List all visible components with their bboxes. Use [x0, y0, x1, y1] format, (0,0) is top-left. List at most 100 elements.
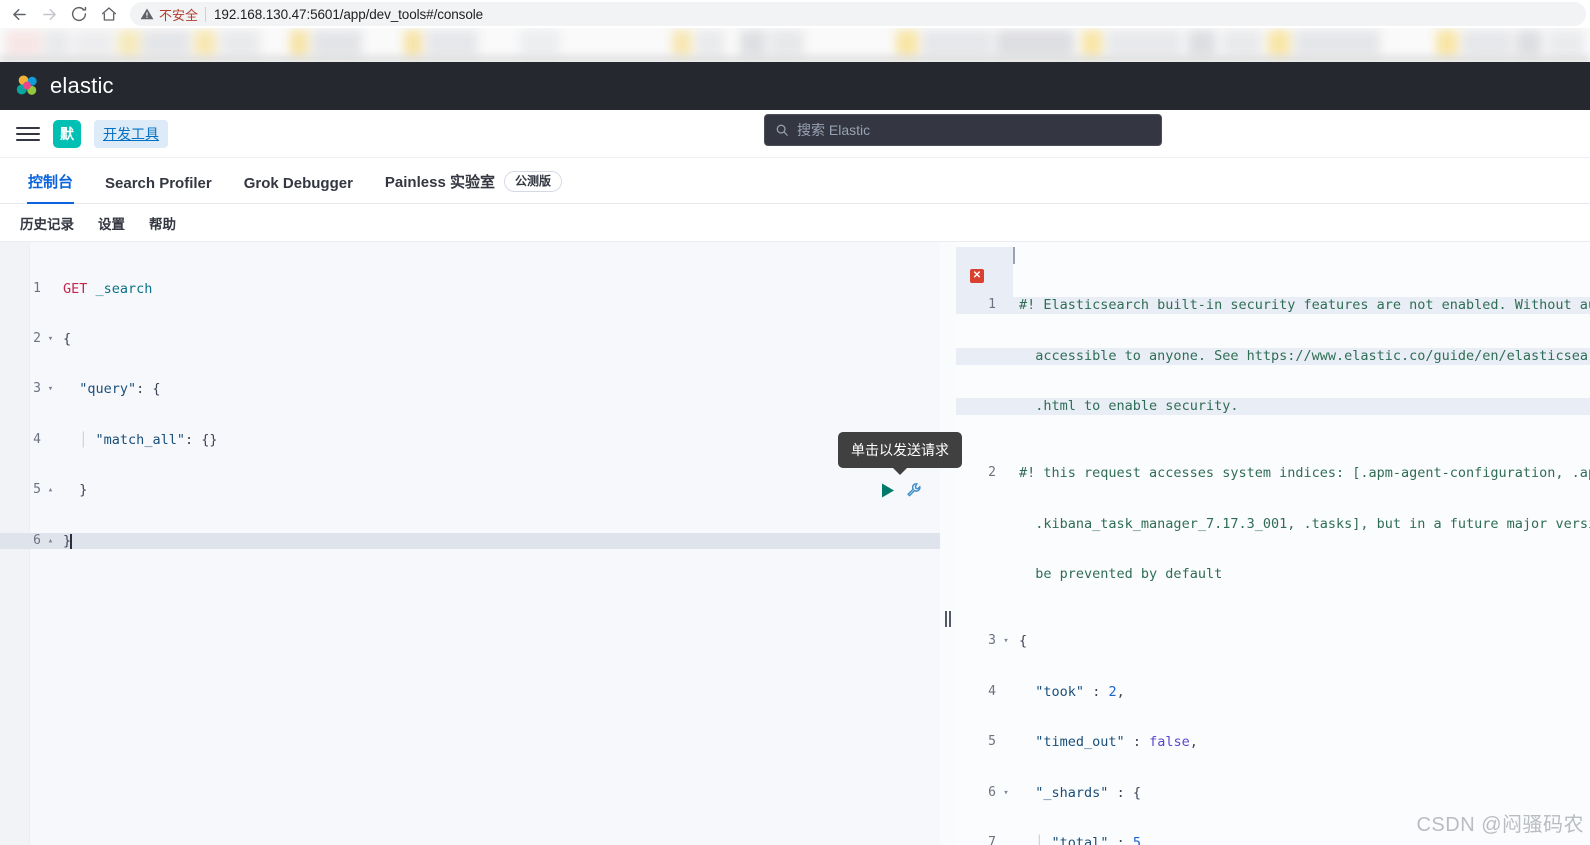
fold-toggle[interactable]: ▾: [999, 785, 1013, 802]
line-number: 3: [33, 381, 41, 397]
elastic-home-link[interactable]: elastic: [0, 73, 114, 99]
code-line[interactable]: 2 ▾ {: [0, 331, 940, 348]
code-line[interactable]: 1 GET _search: [0, 281, 940, 298]
line-number: 2: [988, 465, 996, 481]
request-editor-panel[interactable]: 1 GET _search 2 ▾ { 3 ▾ "query": { 4 │ "…: [0, 242, 940, 845]
tab-search-profiler[interactable]: Search Profiler: [89, 175, 228, 203]
search-icon: [775, 123, 789, 137]
fold-toggle[interactable]: ▴: [44, 533, 57, 550]
url-text: 192.168.130.47:5601/app/dev_tools#/conso…: [214, 6, 484, 22]
bookmarks-bar-shadow: [0, 52, 1590, 62]
panel-resize-handle[interactable]: [943, 611, 953, 627]
global-search-input[interactable]: 搜索 Elastic: [764, 114, 1162, 146]
console-submenu: 历史记录 设置 帮助: [0, 204, 1590, 242]
tab-console-label: 控制台: [28, 174, 74, 191]
hamburger-menu-icon[interactable]: [16, 122, 40, 146]
console-split-container: 1 GET _search 2 ▾ { 3 ▾ "query": { 4 │ "…: [0, 242, 1590, 845]
response-line[interactable]: 5 "timed_out" : false,: [956, 734, 1590, 751]
back-button[interactable]: [4, 1, 34, 27]
response-line[interactable]: .html to enable security.: [956, 398, 1590, 415]
fold-toggle[interactable]: ▾: [44, 331, 57, 348]
forward-button[interactable]: [34, 1, 64, 27]
response-viewer-panel[interactable]: ✕ 1 #! Elasticsearch built-in security f…: [956, 242, 1590, 845]
response-text: #! this request accesses system indices:…: [1019, 465, 1590, 482]
home-button[interactable]: [94, 1, 124, 27]
code-text: }: [79, 482, 88, 499]
tab-search-profiler-label: Search Profiler: [105, 175, 212, 192]
request-code-lines: 1 GET _search 2 ▾ { 3 ▾ "query": { 4 │ "…: [0, 247, 940, 583]
line-number: 5: [33, 482, 41, 498]
code-text: {: [63, 330, 72, 347]
response-line[interactable]: 7 │ "total" : 5,: [956, 835, 1590, 845]
response-line[interactable]: 2 #! this request accesses system indice…: [956, 465, 1590, 482]
address-bar[interactable]: 不安全 192.168.130.47:5601/app/dev_tools#/c…: [130, 2, 1586, 26]
wrench-icon[interactable]: [906, 482, 923, 499]
response-text: .html to enable security.: [1035, 398, 1239, 415]
response-line[interactable]: be prevented by default: [956, 566, 1590, 583]
global-search-placeholder: 搜索 Elastic: [797, 122, 871, 138]
response-line[interactable]: accessible to anyone. See https://www.el…: [956, 347, 1590, 365]
breadcrumb-item-dev-tools[interactable]: 开发工具: [94, 119, 168, 148]
bookmarks-bar[interactable]: [0, 28, 1590, 62]
send-request-tooltip: 单击以发送请求: [838, 432, 962, 468]
code-text: │ "match_all": {}: [79, 431, 218, 448]
response-text: "timed_out" : false,: [1035, 734, 1198, 751]
fold-toggle[interactable]: ▾: [44, 381, 57, 398]
elastic-wordmark: elastic: [50, 73, 114, 98]
response-text: #! Elasticsearch built-in security featu…: [1019, 297, 1590, 314]
response-text: accessible to anyone. See https://www.el…: [1035, 347, 1590, 364]
fold-toggle[interactable]: ▾: [999, 633, 1013, 650]
submenu-item-history[interactable]: 历史记录: [12, 209, 82, 237]
editor-action-buttons: [880, 482, 923, 499]
response-text: be prevented by default: [1035, 566, 1223, 583]
line-number: 1: [988, 297, 996, 313]
line-number: 4: [33, 431, 41, 447]
line-number: 6: [988, 784, 996, 800]
code-line[interactable]: 3 ▾ "query": {: [0, 381, 940, 398]
line-number: 6: [33, 532, 41, 548]
code-text: "query": {: [79, 381, 161, 398]
fold-toggle[interactable]: ▴: [44, 482, 57, 499]
response-text: "_shards" : {: [1035, 784, 1141, 801]
elastic-global-header: elastic 搜索 Elastic: [0, 62, 1590, 146]
tab-console[interactable]: 控制台: [12, 171, 89, 204]
code-text: GET _search: [63, 280, 153, 297]
response-code-lines: 1 #! Elasticsearch built-in security fea…: [956, 247, 1590, 845]
response-text: │ "total" : 5,: [1035, 834, 1150, 845]
response-line[interactable]: 6 ▾ "_shards" : {: [956, 785, 1590, 802]
line-number: 1: [33, 280, 41, 296]
line-number: 4: [988, 683, 996, 699]
space-avatar[interactable]: 默: [53, 119, 81, 148]
omnibox-divider: [205, 6, 207, 22]
text-cursor: [70, 533, 72, 549]
line-number: 7: [988, 834, 996, 845]
response-text: "took" : 2,: [1035, 683, 1125, 700]
dev-tools-tabs: 控制台 Search Profiler Grok Debugger Painle…: [0, 158, 1590, 204]
reload-button[interactable]: [64, 1, 94, 27]
response-text: {: [1019, 633, 1028, 650]
code-line[interactable]: 5 ▴ }: [0, 482, 940, 499]
panel-divider[interactable]: [940, 242, 956, 845]
tab-painless-lab-label: Painless 实验室: [384, 174, 495, 191]
line-number: 3: [988, 633, 996, 649]
submenu-item-settings[interactable]: 设置: [90, 209, 133, 237]
code-line-active[interactable]: 6 ▴ }: [0, 532, 940, 550]
line-number: 2: [33, 330, 41, 346]
line-number: 5: [988, 734, 996, 750]
elastic-logo-icon: [14, 73, 40, 99]
response-line[interactable]: 1 #! Elasticsearch built-in security fea…: [956, 297, 1590, 315]
tab-grok-debugger-label: Grok Debugger: [243, 175, 353, 192]
response-line[interactable]: 4 "took" : 2,: [956, 684, 1590, 701]
submenu-item-help[interactable]: 帮助: [141, 209, 184, 237]
browser-toolbar: 不安全 192.168.130.47:5601/app/dev_tools#/c…: [0, 0, 1590, 28]
security-label: 不安全: [159, 7, 199, 23]
code-line[interactable]: 4 │ "match_all": {}: [0, 432, 940, 449]
tab-painless-lab[interactable]: Painless 实验室 公测版: [369, 171, 578, 203]
warning-triangle-icon: [140, 7, 154, 21]
play-triangle-icon[interactable]: [880, 482, 896, 499]
response-text: .kibana_task_manager_7.17.3_001, .tasks]…: [1035, 515, 1590, 532]
response-line[interactable]: .kibana_task_manager_7.17.3_001, .tasks]…: [956, 516, 1590, 533]
response-line[interactable]: 3 ▾ {: [956, 633, 1590, 650]
tab-grok-debugger[interactable]: Grok Debugger: [228, 175, 369, 203]
beta-badge: 公测版: [503, 171, 562, 192]
